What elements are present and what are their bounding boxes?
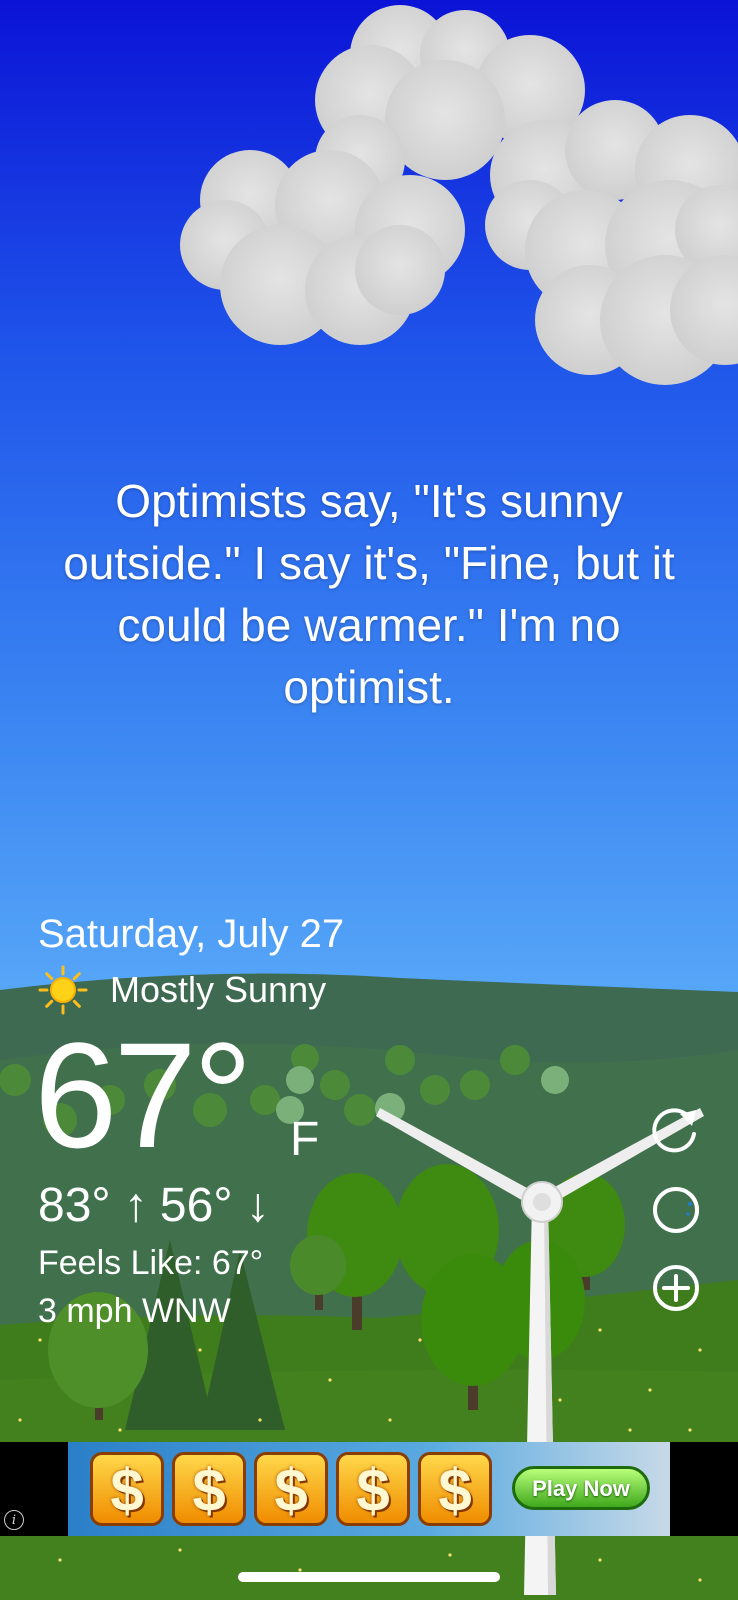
high-temperature: 83° ↑ — [38, 1179, 148, 1232]
ad-coin: $ — [254, 1452, 328, 1526]
info-icon[interactable]: i — [4, 1510, 24, 1530]
ad-coin: $ — [336, 1452, 410, 1526]
feels-like-label: Feels Like: 67° — [38, 1244, 264, 1282]
ad-coin: $ — [418, 1452, 492, 1526]
cloud-group — [180, 5, 738, 385]
refresh-icon[interactable] — [650, 1104, 702, 1156]
current-temperature: 67° — [34, 1011, 253, 1179]
weather-quote: Optimists say, "It's sunny outside." I s… — [63, 475, 675, 713]
ad-coin: $ — [90, 1452, 164, 1526]
weather-screen: Optimists say, "It's sunny outside." I s… — [0, 0, 738, 1600]
play-now-button[interactable]: Play Now — [512, 1466, 650, 1510]
ad-banner[interactable]: $ $ $ $ $ Play Now — [68, 1442, 670, 1536]
landscape-scene — [0, 5, 738, 1600]
home-indicator[interactable] — [238, 1572, 500, 1582]
add-icon[interactable] — [650, 1262, 702, 1314]
condition-label: Mostly Sunny — [110, 969, 327, 1010]
moon-icon[interactable] — [650, 1184, 702, 1236]
date-label: Saturday, July 27 — [38, 912, 345, 956]
low-temperature: 56° ↓ — [159, 1179, 270, 1232]
wind-label: 3 mph WNW — [38, 1292, 231, 1330]
temperature-unit: F — [290, 1113, 320, 1166]
condition-row: Mostly Sunny — [38, 965, 326, 1015]
sun-icon — [38, 965, 88, 1015]
ad-coin: $ — [172, 1452, 246, 1526]
high-low-row: 83° ↑ 56° ↓ — [38, 1178, 270, 1233]
